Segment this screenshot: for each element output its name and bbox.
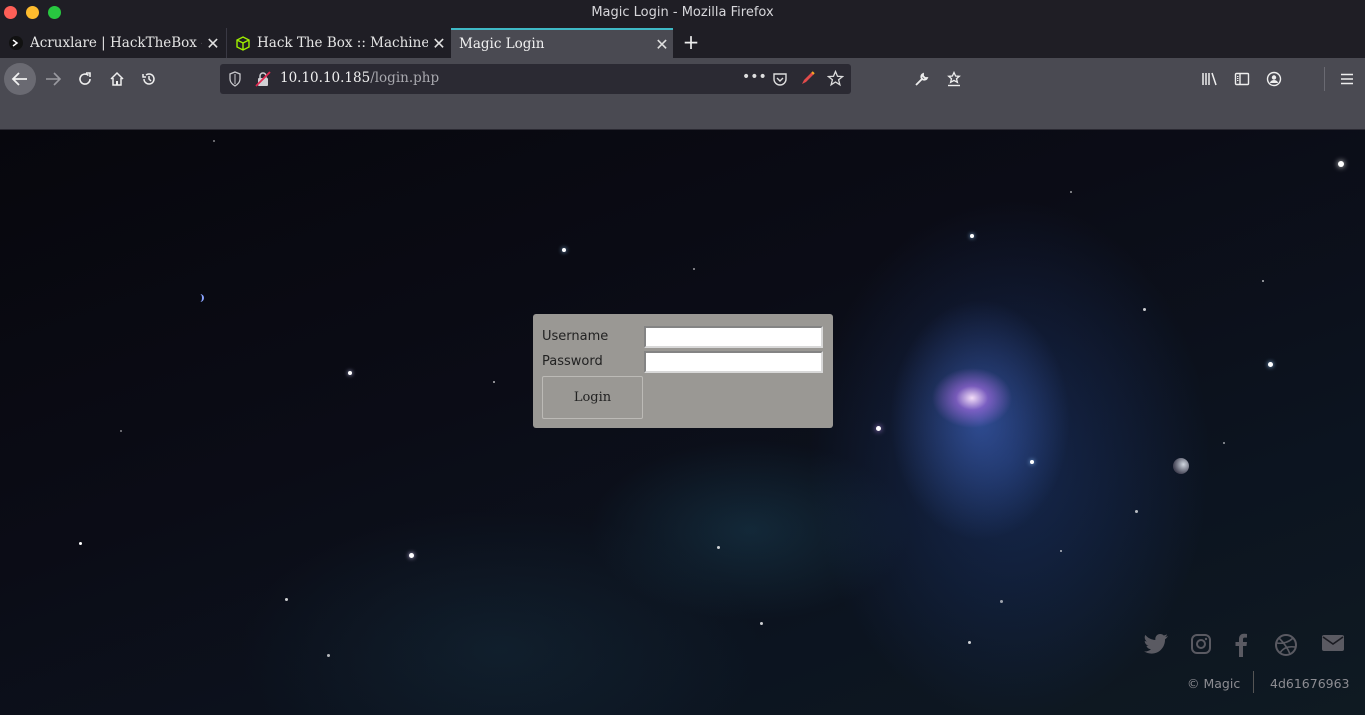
page-content: Username Password Login © Magic 4d616769… xyxy=(0,130,1365,715)
star xyxy=(1060,550,1062,552)
instagram-icon[interactable] xyxy=(1190,633,1216,659)
star xyxy=(213,140,215,142)
star xyxy=(327,654,330,657)
shield-icon[interactable] xyxy=(228,71,242,91)
htb-cube-icon xyxy=(235,35,251,51)
url-text[interactable]: 10.10.10.185/login.php xyxy=(280,70,439,86)
crescent-planet xyxy=(196,294,204,302)
login-button[interactable]: Login xyxy=(542,376,643,419)
password-label: Password xyxy=(542,354,603,369)
star xyxy=(348,371,352,375)
history-button[interactable] xyxy=(134,64,164,94)
star xyxy=(493,381,495,383)
library-icon xyxy=(1202,72,1217,86)
url-bar[interactable]: 10.10.10.185/login.php ••• xyxy=(220,64,851,94)
username-field[interactable] xyxy=(644,326,823,348)
tab-acruxlare[interactable]: Acruxlare | HackTheBox - F ✕ xyxy=(0,28,224,58)
star xyxy=(1030,460,1034,464)
tab-label: Magic Login xyxy=(459,36,545,52)
footer-copyright: © Magic xyxy=(1187,676,1241,691)
pocket-icon[interactable] xyxy=(772,71,788,91)
reload-button[interactable] xyxy=(70,64,100,94)
star xyxy=(970,234,974,238)
facebook-icon[interactable] xyxy=(1234,633,1260,659)
tab-magic-login[interactable]: Magic Login ✕ xyxy=(451,28,673,58)
star-list-icon xyxy=(947,71,961,87)
star xyxy=(1135,510,1138,513)
twitter-icon[interactable] xyxy=(1144,633,1170,659)
star xyxy=(968,641,971,644)
home-button[interactable] xyxy=(102,64,132,94)
pen-extension-icon[interactable] xyxy=(800,70,816,90)
close-icon[interactable]: ✕ xyxy=(651,35,673,54)
account-icon xyxy=(1266,71,1282,87)
sidebar-icon xyxy=(1234,72,1250,86)
star xyxy=(1070,191,1072,193)
hamburger-menu-icon xyxy=(1341,73,1353,85)
star xyxy=(285,598,288,601)
back-button[interactable] xyxy=(4,63,36,95)
close-icon[interactable]: ✕ xyxy=(202,34,224,53)
star xyxy=(693,268,695,270)
star xyxy=(1143,308,1146,311)
star xyxy=(1000,600,1003,603)
password-field[interactable] xyxy=(644,351,823,373)
insecure-lock-icon[interactable] xyxy=(255,71,271,91)
tab-hackthebox-machines[interactable]: Hack The Box :: Machines ✕ xyxy=(226,28,450,58)
footer-hash: 4d61676963 xyxy=(1270,676,1350,691)
menu-button[interactable] xyxy=(1332,64,1362,94)
arrow-left-icon xyxy=(11,72,27,86)
star xyxy=(717,546,720,549)
library-button[interactable] xyxy=(1195,64,1225,94)
star xyxy=(562,248,566,252)
wrench-icon xyxy=(915,72,929,86)
window-title: Magic Login - Mozilla Firefox xyxy=(591,5,774,20)
home-icon xyxy=(110,71,124,86)
star xyxy=(1268,362,1273,367)
star xyxy=(1338,161,1344,167)
new-tab-button[interactable]: + xyxy=(680,30,702,54)
forward-button[interactable] xyxy=(38,64,68,94)
wrench-button[interactable] xyxy=(907,64,937,94)
username-label: Username xyxy=(542,329,609,344)
arrow-right-icon xyxy=(46,72,62,86)
tab-label: Hack The Box :: Machines xyxy=(257,35,428,51)
dribbble-icon[interactable] xyxy=(1274,633,1300,659)
star xyxy=(120,430,122,432)
star xyxy=(1223,442,1225,444)
reload-icon xyxy=(79,72,91,85)
sidebar-button[interactable] xyxy=(1227,64,1257,94)
star xyxy=(760,622,763,625)
moon-planet xyxy=(1173,458,1189,474)
star-bookmark-icon[interactable] xyxy=(826,69,845,91)
page-actions-icon[interactable]: ••• xyxy=(742,69,767,85)
star xyxy=(1262,280,1264,282)
account-button[interactable] xyxy=(1259,64,1289,94)
star xyxy=(79,542,82,545)
star-list-button[interactable] xyxy=(939,64,969,94)
terminal-icon xyxy=(8,35,24,51)
star xyxy=(876,426,881,431)
history-icon xyxy=(142,73,155,85)
close-icon[interactable]: ✕ xyxy=(428,34,450,53)
star xyxy=(409,553,414,558)
navigation-toolbar: 10.10.10.185/login.php ••• xyxy=(0,58,1365,100)
mail-icon[interactable] xyxy=(1321,633,1347,659)
bookmarks-toolbar xyxy=(0,100,1365,130)
footer-divider xyxy=(1253,671,1254,693)
login-form: Username Password Login xyxy=(533,314,833,428)
toolbar-separator xyxy=(1324,67,1325,91)
tab-label: Acruxlare | HackTheBox - F xyxy=(30,35,202,51)
title-bar: Magic Login - Mozilla Firefox Acruxlare … xyxy=(0,0,1365,58)
